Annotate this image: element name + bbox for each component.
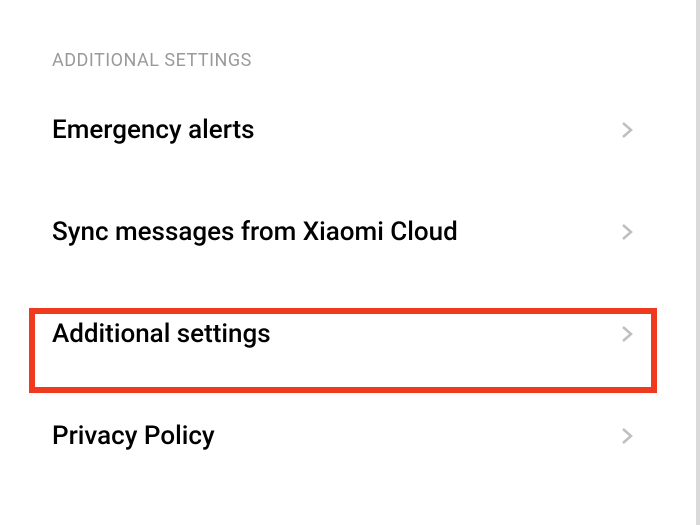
vertical-divider (696, 0, 700, 525)
chevron-right-icon (619, 224, 635, 240)
settings-list: Emergency alerts Sync messages from Xiao… (0, 79, 665, 487)
list-item-sync-messages[interactable]: Sync messages from Xiaomi Cloud (0, 181, 665, 283)
list-item-label: Emergency alerts (52, 115, 255, 145)
list-item-label: Privacy Policy (52, 421, 215, 451)
list-item-label: Additional settings (52, 319, 271, 349)
list-item-label: Sync messages from Xiaomi Cloud (52, 217, 458, 247)
chevron-right-icon (619, 122, 635, 138)
chevron-right-icon (619, 428, 635, 444)
list-item-privacy-policy[interactable]: Privacy Policy (0, 385, 665, 487)
settings-panel: ADDITIONAL SETTINGS Emergency alerts Syn… (0, 0, 665, 525)
list-item-additional-settings[interactable]: Additional settings (0, 283, 665, 385)
list-item-emergency-alerts[interactable]: Emergency alerts (0, 79, 665, 181)
chevron-right-icon (619, 326, 635, 342)
section-header: ADDITIONAL SETTINGS (0, 0, 665, 79)
